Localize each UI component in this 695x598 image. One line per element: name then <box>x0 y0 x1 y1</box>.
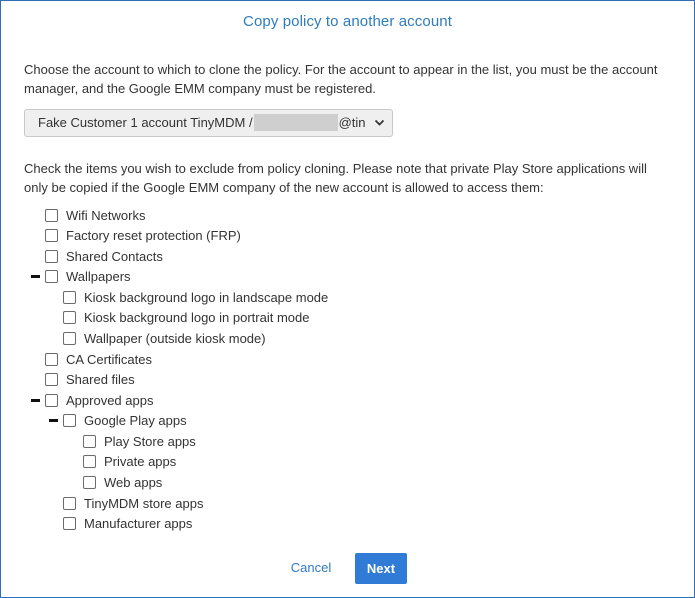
checkbox[interactable] <box>45 394 58 407</box>
item-wallpapers[interactable]: Wallpapers <box>45 268 131 286</box>
item-shared-files[interactable]: Shared files <box>45 371 135 389</box>
cancel-button[interactable]: Cancel <box>281 557 341 579</box>
checkbox[interactable] <box>63 332 76 345</box>
checkbox[interactable] <box>63 291 76 304</box>
account-select[interactable]: Fake Customer 1 account TinyMDM / @tin <box>24 109 393 137</box>
dialog-title: Copy policy to another account <box>243 13 452 30</box>
account-select-prefix: Fake Customer 1 account TinyMDM / <box>38 115 253 130</box>
checkbox[interactable] <box>63 414 76 427</box>
checkbox[interactable] <box>63 517 76 530</box>
checkbox[interactable] <box>63 497 76 510</box>
copy-policy-dialog: Copy policy to another account Choose th… <box>0 0 695 598</box>
next-button[interactable]: Next <box>355 553 407 584</box>
collapse-approved-apps-icon[interactable] <box>31 399 40 402</box>
checkbox[interactable] <box>45 373 58 386</box>
item-wallpaper-outside[interactable]: Wallpaper (outside kiosk mode) <box>63 330 266 348</box>
item-manufacturer-apps[interactable]: Manufacturer apps <box>63 515 192 533</box>
checkbox[interactable] <box>83 455 96 468</box>
item-ca-certificates[interactable]: CA Certificates <box>45 351 152 369</box>
checkbox[interactable] <box>63 311 76 324</box>
item-approved-apps[interactable]: Approved apps <box>45 392 153 410</box>
checkbox[interactable] <box>45 229 58 242</box>
collapse-wallpapers-icon[interactable] <box>31 275 40 278</box>
item-frp[interactable]: Factory reset protection (FRP) <box>45 227 241 245</box>
checkbox[interactable] <box>45 270 58 283</box>
intro-text: Choose the account to which to clone the… <box>24 62 658 96</box>
account-select-suffix: @tin <box>338 115 366 130</box>
item-play-store-apps[interactable]: Play Store apps <box>83 433 196 451</box>
checkbox[interactable] <box>45 209 58 222</box>
item-web-apps[interactable]: Web apps <box>83 474 162 492</box>
item-tinymdm-store-apps[interactable]: TinyMDM store apps <box>63 495 203 513</box>
item-kiosk-portrait[interactable]: Kiosk background logo in portrait mode <box>63 309 309 327</box>
checkbox[interactable] <box>45 353 58 366</box>
redacted-email <box>253 114 338 131</box>
item-google-play-apps[interactable]: Google Play apps <box>63 412 187 430</box>
item-kiosk-landscape[interactable]: Kiosk background logo in landscape mode <box>63 289 328 307</box>
item-private-apps[interactable]: Private apps <box>83 453 176 471</box>
exclude-instructions: Check the items you wish to exclude from… <box>24 161 647 195</box>
checkbox[interactable] <box>45 250 58 263</box>
checkbox[interactable] <box>83 435 96 448</box>
chevron-down-icon <box>374 110 385 136</box>
checkbox[interactable] <box>83 476 96 489</box>
item-shared-contacts[interactable]: Shared Contacts <box>45 248 163 266</box>
item-wifi-networks[interactable]: Wifi Networks <box>45 207 145 225</box>
collapse-google-play-apps-icon[interactable] <box>49 419 58 422</box>
